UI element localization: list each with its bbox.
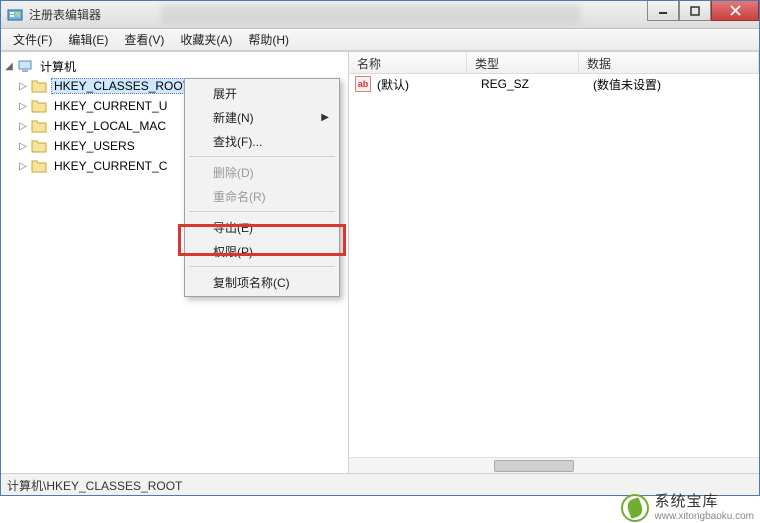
watermark-text: 系统宝库 www.xitongbaoku.com [655, 494, 755, 522]
expander-icon[interactable]: ◢ [3, 60, 15, 72]
folder-icon [31, 139, 47, 153]
value-type: REG_SZ [481, 77, 593, 91]
list-body[interactable]: ab (默认) REG_SZ (数值未设置) [349, 74, 759, 457]
cm-copy-key-name[interactable]: 复制项名称(C) [187, 270, 337, 294]
expander-icon[interactable]: ▷ [17, 80, 29, 92]
close-button[interactable] [711, 1, 759, 21]
col-name[interactable]: 名称 [349, 52, 467, 73]
cm-separator [189, 211, 335, 212]
statusbar: 计算机\HKEY_CLASSES_ROOT [1, 473, 759, 495]
regedit-window: 注册表编辑器 文件(F) 编辑(E) 查看(V) 收藏夹(A) 帮助(H) ◢ [0, 0, 760, 496]
list-pane: 名称 类型 数据 ab (默认) REG_SZ (数值未设置) [349, 52, 759, 473]
maximize-button[interactable] [679, 1, 711, 21]
menu-help[interactable]: 帮助(H) [240, 29, 297, 50]
tree-item-label: HKEY_LOCAL_MAC [51, 118, 169, 134]
content-area: ◢ 计算机 ▷ HKEY_CLASSES_ROOT ▷ HKEY_CURRENT… [1, 51, 759, 473]
cm-delete: 删除(D) [187, 160, 337, 184]
cm-separator [189, 266, 335, 267]
horizontal-scrollbar[interactable] [349, 457, 759, 473]
minimize-button[interactable] [647, 1, 679, 21]
tree-item-label: HKEY_CLASSES_ROOT [51, 78, 193, 94]
tree-root[interactable]: ◢ 计算机 [3, 56, 346, 76]
menu-view[interactable]: 查看(V) [116, 29, 172, 50]
expander-icon[interactable]: ▷ [17, 120, 29, 132]
expander-icon[interactable]: ▷ [17, 100, 29, 112]
tree-item-label: HKEY_CURRENT_U [51, 98, 170, 114]
col-data[interactable]: 数据 [579, 52, 759, 73]
cm-new[interactable]: 新建(N) ▶ [187, 105, 337, 129]
watermark-leaf-icon [621, 494, 649, 522]
menu-favorites[interactable]: 收藏夹(A) [172, 29, 240, 50]
cm-new-label: 新建(N) [213, 109, 254, 126]
context-menu: 展开 新建(N) ▶ 查找(F)... 删除(D) 重命名(R) 导出(E) 权… [184, 78, 340, 297]
blurred-area [161, 5, 581, 23]
computer-icon [17, 58, 33, 74]
submenu-arrow-icon: ▶ [321, 112, 329, 123]
status-path: 计算机\HKEY_CLASSES_ROOT [7, 479, 182, 493]
watermark-line2: www.xitongbaoku.com [655, 511, 755, 522]
value-data: (数值未设置) [593, 76, 759, 93]
list-row[interactable]: ab (默认) REG_SZ (数值未设置) [349, 74, 759, 94]
menubar: 文件(F) 编辑(E) 查看(V) 收藏夹(A) 帮助(H) [1, 29, 759, 51]
list-header: 名称 类型 数据 [349, 52, 759, 74]
folder-icon [31, 119, 47, 133]
close-icon [730, 5, 741, 16]
watermark: 系统宝库 www.xitongbaoku.com [621, 494, 755, 522]
cm-rename: 重命名(R) [187, 184, 337, 208]
folder-icon [31, 79, 47, 93]
expander-icon[interactable]: ▷ [17, 160, 29, 172]
tree-item-label: HKEY_USERS [51, 138, 138, 154]
cm-find[interactable]: 查找(F)... [187, 129, 337, 153]
value-name: (默认) [377, 76, 481, 93]
maximize-icon [690, 6, 700, 16]
window-controls [647, 1, 759, 21]
menu-file[interactable]: 文件(F) [5, 29, 60, 50]
window-title: 注册表编辑器 [29, 6, 101, 23]
watermark-line1: 系统宝库 [655, 494, 755, 511]
tree-item-label: HKEY_CURRENT_C [51, 158, 170, 174]
menu-edit[interactable]: 编辑(E) [60, 29, 116, 50]
cm-separator [189, 156, 335, 157]
minimize-icon [658, 6, 668, 16]
col-type[interactable]: 类型 [467, 52, 579, 73]
tree-root-label: 计算机 [37, 57, 79, 76]
cm-expand[interactable]: 展开 [187, 81, 337, 105]
titlebar: 注册表编辑器 [1, 1, 759, 29]
string-value-icon: ab [355, 76, 371, 92]
expander-icon[interactable]: ▷ [17, 140, 29, 152]
regedit-icon [7, 7, 23, 23]
cm-permissions[interactable]: 权限(P)... [187, 239, 337, 263]
cm-export[interactable]: 导出(E) [187, 215, 337, 239]
folder-icon [31, 99, 47, 113]
folder-icon [31, 159, 47, 173]
scroll-thumb[interactable] [494, 460, 574, 472]
